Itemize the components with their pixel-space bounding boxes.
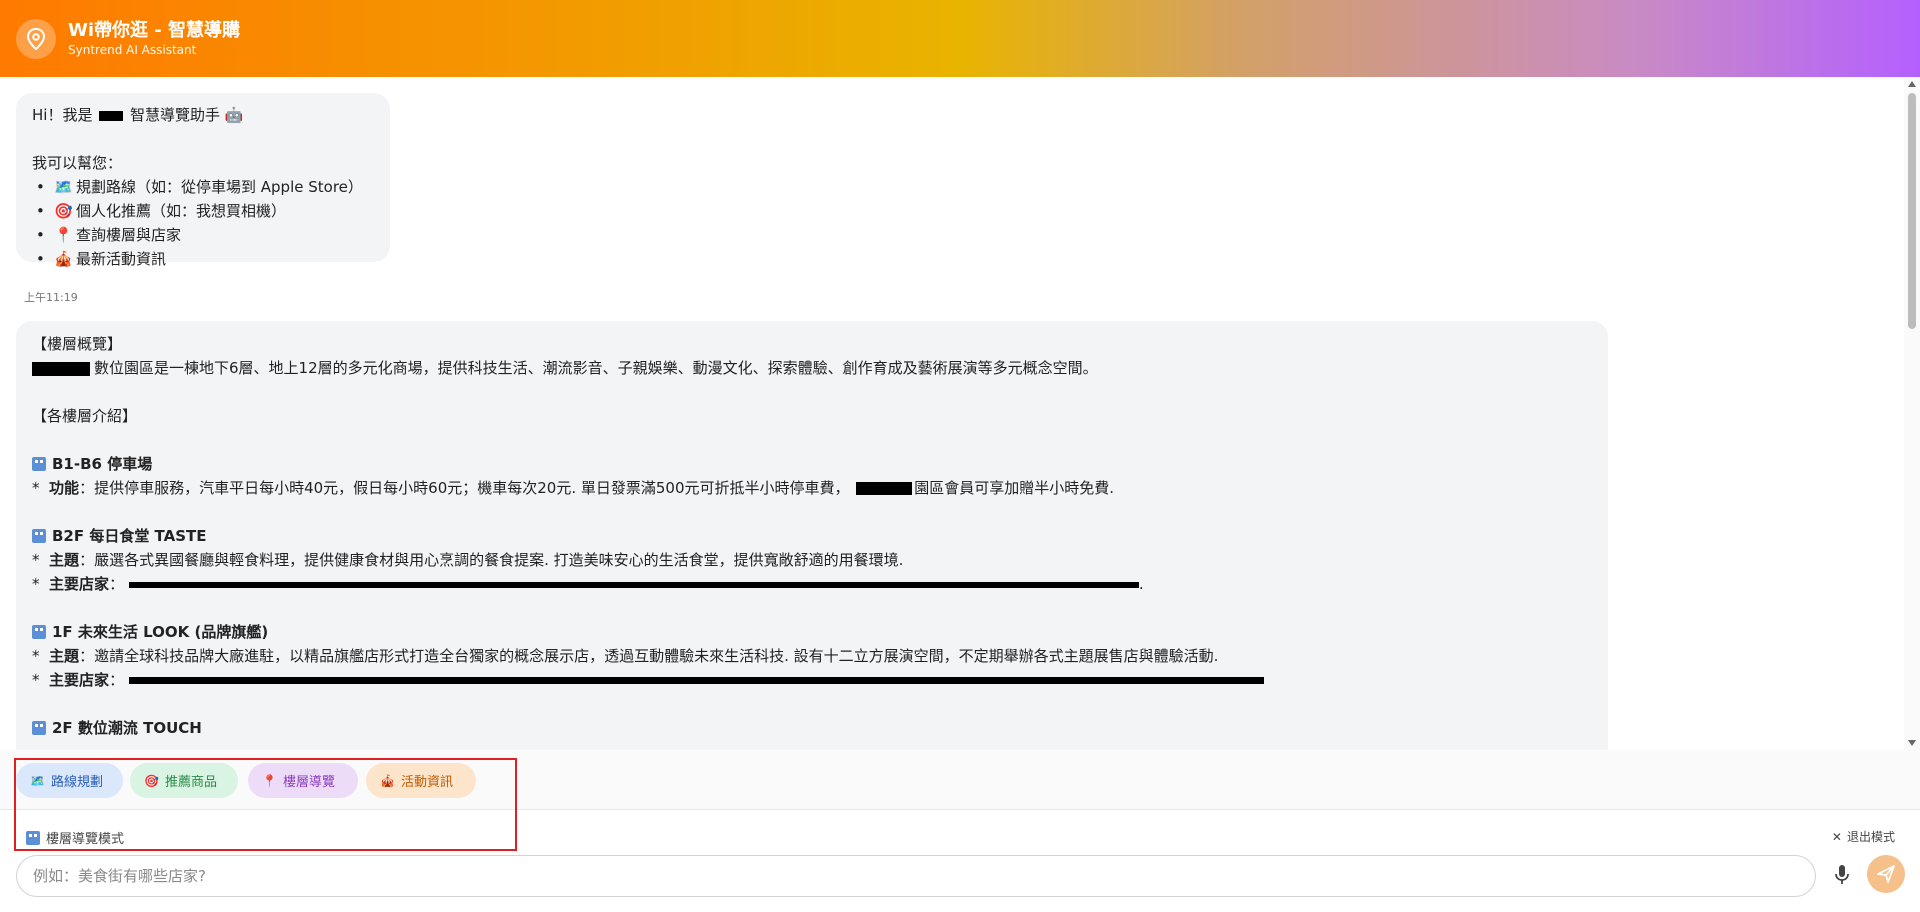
app-title: Wi帶你逛 - 智慧導購 xyxy=(68,19,241,41)
overview-heading: 【樓層概覽】 xyxy=(32,335,123,353)
header-text: Wi帶你逛 - 智慧導購 Syntrend AI Assistant xyxy=(68,20,240,58)
redacted-stores xyxy=(128,581,1139,588)
welcome-intro: 我可以幫您： xyxy=(32,154,123,172)
list-item: • 🎯 個人化推薦（如：我想買相機） xyxy=(32,199,374,223)
target-icon: 🎯 xyxy=(54,202,73,220)
building-icon xyxy=(32,721,46,735)
floor-overview-message: 【樓層概覽】 數位園區是一棟地下6層、地上12層的多元化商場，提供科技生活、潮流… xyxy=(16,321,1608,750)
welcome-greeting: Hi！我是 智慧導覽助手 🤖 xyxy=(32,106,244,124)
floor-line: * 主要店家： xyxy=(32,668,1592,692)
microphone-icon[interactable] xyxy=(1830,859,1854,891)
app-header: Wi帶你逛 - 智慧導購 Syntrend AI Assistant xyxy=(0,0,1920,77)
location-pin-icon xyxy=(16,18,56,59)
floor-line: * 主題：邀請全球科技品牌大廠進駐，以精品旗艦店形式打造全台獨家的概念展示店，透… xyxy=(32,647,1219,665)
message-input[interactable] xyxy=(17,856,1815,896)
scroll-thumb[interactable] xyxy=(1908,93,1916,329)
floor-title: B2F 每日食堂 TASTE xyxy=(32,524,1592,548)
floor-line: * 主題：嚴選各式異國餐廳與輕食料理，提供健康食材與用心烹調的餐食提案. 打造美… xyxy=(32,551,904,569)
redacted-stores xyxy=(128,677,1264,684)
floor-line: * 主要店家： . xyxy=(32,575,1144,593)
scroll-up-arrow-icon[interactable] xyxy=(1908,81,1916,87)
send-icon xyxy=(1877,865,1895,883)
floor-title: 1F 未來生活 LOOK (品牌旗艦) xyxy=(32,620,1592,644)
floor-title: 2F 數位潮流 TOUCH xyxy=(32,716,1592,740)
redacted-name xyxy=(32,361,90,376)
redacted-name xyxy=(856,482,913,495)
building-icon xyxy=(26,830,40,845)
close-icon: ✕ xyxy=(1831,829,1842,844)
overview-text: 數位園區是一棟地下6層、地上12層的多元化商場，提供科技生活、潮流影音、子親娛樂… xyxy=(32,356,1592,380)
welcome-message: Hi！我是 智慧導覽助手 🤖 我可以幫您： • 🗺️ 規劃路線（如：從停車場到 Ap… xyxy=(16,93,390,268)
intro-heading: 【各樓層介紹】 xyxy=(32,407,138,425)
exit-mode-button[interactable]: ✕ 退出模式 xyxy=(1832,828,1895,845)
message-input-wrapper xyxy=(16,855,1816,897)
map-icon: 🗺️ xyxy=(54,178,73,196)
chat-messages[interactable]: Hi！我是 智慧導覽助手 🤖 我可以幫您： • 🗺️ 規劃路線（如：從停車場到 Ap… xyxy=(0,77,1904,750)
building-icon xyxy=(32,529,46,543)
building-icon xyxy=(32,457,46,471)
list-item: • 🎪 最新活動資訊 xyxy=(32,247,374,271)
scroll-down-arrow-icon[interactable] xyxy=(1908,740,1916,746)
floor-line: * 功能：提供停車服務，汽車平日每小時40元，假日每小時60元；機車每次20元.… xyxy=(32,479,1115,497)
send-button[interactable] xyxy=(1867,855,1905,893)
list-item: • 📍 查詢樓層與店家 xyxy=(32,223,374,247)
pin-icon: 📍 xyxy=(54,226,73,244)
app-subtitle: Syntrend AI Assistant xyxy=(68,42,197,57)
message-timestamp: 上午11:19 xyxy=(24,291,78,304)
current-mode-label: 樓層導覽模式 xyxy=(26,828,124,847)
circus-tent-icon: 🎪 xyxy=(54,250,73,268)
building-icon xyxy=(32,625,46,639)
list-item: • 🗺️ 規劃路線（如：從停車場到 Apple Store） xyxy=(32,175,374,199)
floor-title: B1-B6 停車場 xyxy=(32,452,1592,476)
chat-scrollbar[interactable] xyxy=(1904,77,1920,750)
redacted-name xyxy=(99,110,124,121)
